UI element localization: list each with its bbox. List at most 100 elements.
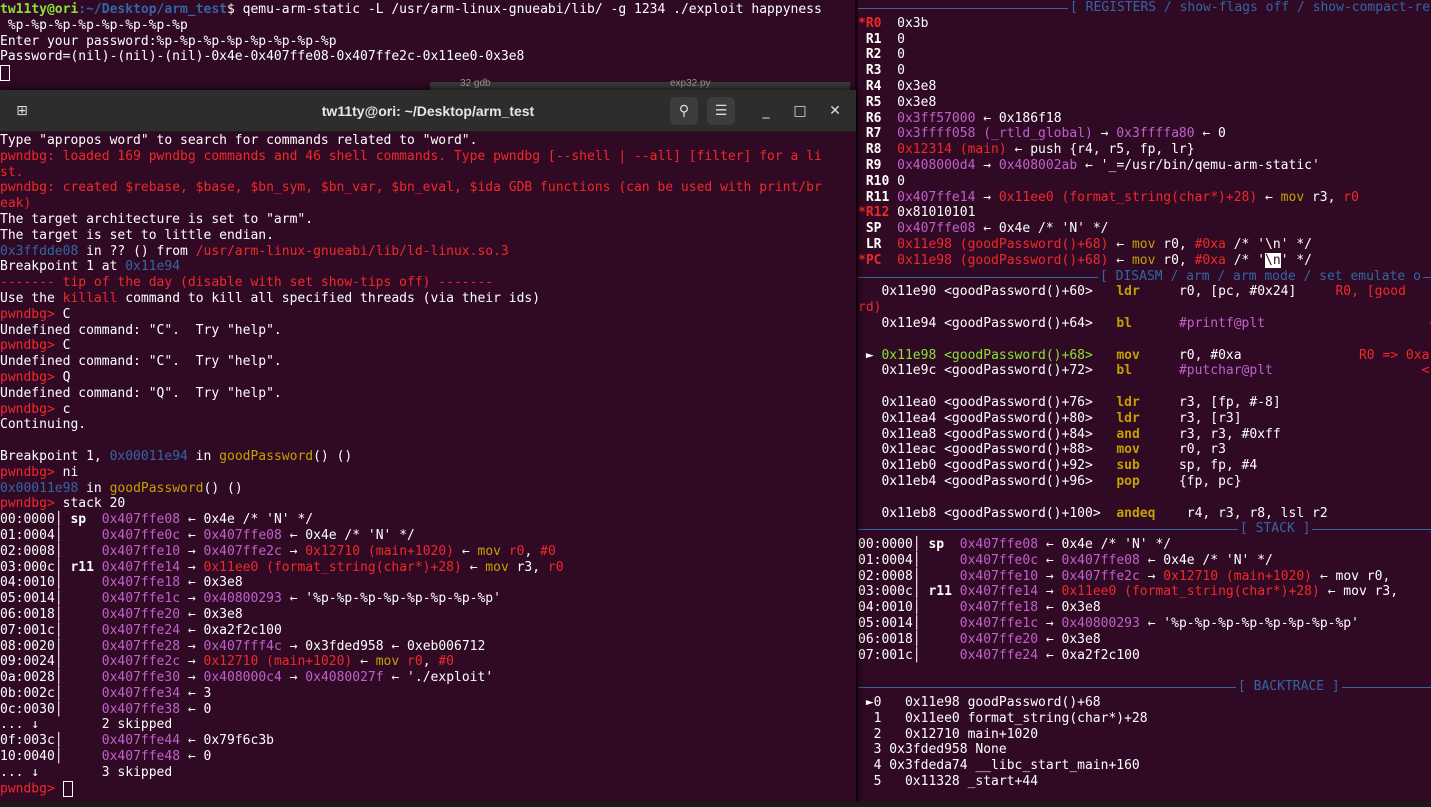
current-instruction-arrow	[858, 284, 881, 299]
stack-address: 0x407ffe08	[959, 537, 1039, 553]
stack-address: 0x407ffe1c	[101, 591, 181, 607]
instruction-symbol: <goodPassword()+64>	[936, 315, 1093, 331]
background-tab[interactable]: exp32.py	[670, 78, 711, 89]
stack-value: 0x40800293	[1061, 616, 1140, 632]
register-value: mov	[1280, 189, 1312, 205]
register-row: R5 0x3e8	[858, 95, 1431, 111]
instruction-operands: r3, [r3]	[1178, 410, 1242, 426]
register-row: *R12 0x81010101	[858, 205, 1431, 221]
text: () ()	[203, 480, 243, 496]
stack-register	[921, 553, 960, 568]
stack-divider: │	[54, 575, 63, 591]
stack-row: 07:001c│ 0x407ffe24 ← 0xa2f2c100	[0, 623, 856, 639]
register-value: 0x11e98 (goodPassword()+68)	[897, 252, 1109, 268]
pwndbg-tag: pwndbg:	[0, 180, 63, 196]
stack-row: 06:0018│ 0x407ffe20 ← 0x3e8	[0, 607, 856, 623]
stack-value: mov	[375, 654, 408, 670]
register-changed-marker: *	[858, 15, 866, 31]
register-row: R4 0x3e8	[858, 79, 1431, 95]
register-changed-marker	[858, 221, 866, 236]
instruction-symbol: <goodPassword()+72>	[936, 363, 1093, 379]
instruction-operands: r3, r3, #0xff	[1178, 426, 1281, 442]
stack-address: 0x407ffe18	[959, 600, 1039, 616]
instruction-symbol: <goodPassword()+68>	[936, 347, 1093, 363]
stack-row: 04:0010│ 0x407ffe18 ← 0x3e8	[858, 600, 1431, 616]
stack-row: 07:001c│ 0x407ffe24 ← 0xa2f2c100	[858, 648, 1431, 664]
disasm-row: 0x11eac <goodPassword()+88> mov r0, r3	[858, 442, 1431, 458]
register-value: ← 0x4e /* 'N' */	[975, 221, 1109, 237]
register-changed-marker	[858, 237, 866, 252]
pwndbg-message: loaded 169 pwndbg commands and 46 shell …	[62, 148, 822, 164]
register-changed-marker: *	[858, 205, 866, 221]
instruction-mnemonic: and	[1116, 426, 1148, 442]
terminal-window[interactable]: ⊞ tw11ty@ori: ~/Desktop/arm_test ⚲ ☰ _ □…	[0, 90, 856, 807]
stack-value: ← mov r3,	[1319, 584, 1399, 600]
terminal-cursor[interactable]	[62, 780, 73, 797]
output-line: Undefined command: "C". Try "help".	[0, 322, 282, 338]
menu-button[interactable]: ☰	[707, 97, 735, 125]
disasm-row: 0x11ea8 <goodPassword()+84> and r3, r3, …	[858, 427, 1431, 443]
stack-list: 00:0000│ sp 0x407ffe08 ← 0x4e /* 'N' */0…	[858, 537, 1431, 663]
gdb-prompt: pwndbg>	[0, 369, 63, 385]
output-line: %p-%p-%p-%p-%p-%p-%p-%p	[0, 17, 188, 33]
shell-command: $ qemu-arm-static -L /usr/arm-linux-gnue…	[227, 2, 822, 17]
stack-address: 0x407ffe30	[101, 670, 181, 686]
register-value: 0x3e8	[897, 78, 937, 94]
register-value: r3,	[1311, 189, 1344, 205]
search-button[interactable]: ⚲	[670, 97, 698, 125]
stack-divider: │	[54, 733, 63, 749]
register-changed-marker	[858, 142, 866, 157]
backtrace-row: ►0 0x11e98 goodPassword()+68	[858, 695, 1431, 711]
stack-divider: │	[912, 616, 921, 632]
stack-divider: │	[54, 606, 63, 622]
text: () ()	[313, 448, 353, 464]
stack-address: 0x407ffe08	[101, 512, 181, 528]
background-tab[interactable]: 32 gdb	[460, 78, 491, 89]
stack-value: →	[180, 559, 204, 575]
stack-row: 00:0000│ sp 0x407ffe08 ← 0x4e /* 'N' */	[0, 512, 856, 528]
maximize-button[interactable]: □	[786, 97, 814, 125]
stack-value: #0	[438, 654, 455, 670]
disasm-row: 0x11e90 <goodPassword()+60> ldr r0, [pc,…	[858, 284, 1431, 300]
stack-offset: 0c:0030	[0, 701, 55, 717]
output-line: Password=(nil)-(nil)-(nil)-0x4e-0x407ffe…	[0, 49, 525, 65]
stack-dump: 00:0000│ sp 0x407ffe08 ← 0x4e /* 'N' */0…	[0, 512, 856, 781]
text: ------- tip of the day (disable with	[0, 275, 290, 291]
register-value: r0	[1343, 189, 1359, 205]
stack-value: mov	[485, 559, 517, 575]
stack-value: ← mov r0,	[1312, 568, 1391, 584]
close-button[interactable]: ✕	[821, 97, 849, 125]
title-bar[interactable]: ⊞ tw11ty@ori: ~/Desktop/arm_test ⚲ ☰ _ □…	[0, 90, 856, 132]
stack-row: ... ↓ 3 skipped	[0, 765, 856, 781]
stack-address: 0x407ffe14	[959, 584, 1039, 600]
address: 0x00011e98	[0, 480, 79, 496]
backtrace-row: 1 0x11ee0 format_string(char*)+28	[858, 711, 1431, 727]
stack-value: ← 0x3e8	[180, 606, 243, 622]
instruction-address: 0x11eb4	[881, 473, 937, 489]
register-name: R10	[865, 173, 890, 189]
register-name: R12	[865, 205, 890, 221]
hamburger-icon: ☰	[714, 103, 728, 119]
gdb-session[interactable]: Type "apropos word" to search for comman…	[0, 132, 856, 797]
current-instruction-arrow	[858, 363, 881, 378]
backtrace-frame: 0 0x11e98 goodPassword()+68	[873, 695, 1101, 711]
instruction-operands: r0, [pc, #0x24]	[1178, 284, 1297, 300]
instruction-address: 0x11ea0	[881, 394, 937, 410]
register-changed-marker	[858, 95, 866, 110]
register-value: 0x408000d4	[897, 157, 976, 173]
registers-separator: [ REGISTERS / show-flags off / show-comp…	[858, 0, 1431, 16]
command-line[interactable]: pwndbg>	[0, 780, 856, 797]
minimize-button[interactable]: _	[752, 97, 780, 125]
